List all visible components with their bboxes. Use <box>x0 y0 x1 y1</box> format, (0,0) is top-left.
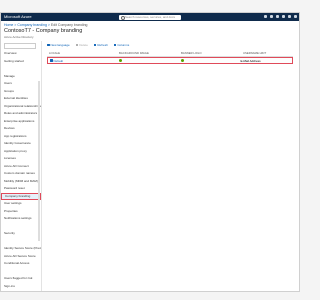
sidebar-item[interactable]: Properties <box>1 208 41 216</box>
language-icon <box>50 59 53 62</box>
sidebar-item <box>1 223 41 231</box>
sidebar-item[interactable]: Licenses <box>1 155 41 163</box>
avatar[interactable] <box>294 14 297 18</box>
refresh-icon <box>93 43 97 47</box>
check-icon <box>180 58 184 62</box>
brand-label[interactable]: Microsoft Azure <box>4 14 32 19</box>
refresh-button[interactable]: Refresh <box>93 43 108 47</box>
sidebar-item[interactable]: Identity Governance <box>1 140 41 148</box>
locale-value: Default <box>53 58 64 63</box>
page-subtitle: Azure Active Directory <box>4 35 34 39</box>
new-language-button[interactable]: New language <box>47 43 70 47</box>
cell-username-hint: E-Mail Address <box>240 58 261 63</box>
sidebar-item[interactable]: Roles and administrators <box>1 110 41 118</box>
trash-icon <box>75 43 79 47</box>
sidebar-item <box>1 65 41 73</box>
search-placeholder: Search resources, services, and docs <box>125 15 176 19</box>
sidebar-item[interactable]: Devices <box>1 125 41 133</box>
sidebar-item[interactable]: External Identities <box>1 95 41 103</box>
breadcrumb-branding[interactable]: Company branding > <box>17 23 50 27</box>
sidebar-item[interactable]: Sign-ins <box>1 283 41 291</box>
toolbar: New language Delete Refresh Columns <box>47 43 129 47</box>
branding-table: LOCALE BACKGROUND IMAGE BANNER LOGO USER… <box>47 50 293 64</box>
cell-banner-logo <box>179 58 241 63</box>
global-search[interactable]: Search resources, services, and docs <box>119 14 181 20</box>
notifications-icon[interactable] <box>276 14 279 18</box>
header-locale[interactable]: LOCALE <box>47 51 117 55</box>
sidebar-item[interactable]: Organizational relationships <box>1 103 41 111</box>
breadcrumb-home[interactable]: Home > <box>4 23 16 27</box>
sidebar-search-input[interactable] <box>4 43 36 49</box>
sidebar-item <box>1 268 41 276</box>
breadcrumb-current: Edit Company branding <box>50 23 88 27</box>
sidebar-item[interactable]: Azure AD Secure Score <box>1 253 41 261</box>
delete-button[interactable]: Delete <box>75 43 88 47</box>
columns-label: Columns <box>117 43 130 47</box>
columns-button[interactable]: Columns <box>113 43 130 47</box>
cell-background-image <box>117 58 179 63</box>
sidebar-item[interactable]: Users <box>1 80 41 88</box>
breadcrumb: Home > Company branding > Edit Company b… <box>4 23 88 27</box>
main-panel: New language Delete Refresh Columns LOCA… <box>45 41 295 291</box>
sidebar-item[interactable]: Overview <box>1 50 41 58</box>
sidebar-item[interactable]: Password reset <box>1 185 41 193</box>
sidebar-item[interactable]: Authentication methods <box>1 290 41 291</box>
help-icon[interactable] <box>288 14 291 18</box>
sidebar: Overview Getting started Manage Users Groups… <box>1 41 42 291</box>
refresh-label: Refresh <box>97 43 108 47</box>
sidebar-scrollbar[interactable] <box>38 81 40 241</box>
top-icons <box>264 14 297 18</box>
sidebar-item[interactable]: Enterprise applications <box>1 118 41 126</box>
header-username-hint[interactable]: USERNAME HINT <box>241 51 293 55</box>
sidebar-item[interactable]: Manage <box>1 73 41 81</box>
plus-icon <box>47 43 50 47</box>
page-title: ContosoT7 - Company branding <box>4 28 83 34</box>
gear-icon[interactable] <box>282 14 285 18</box>
sidebar-item[interactable]: Notifications settings <box>1 215 41 223</box>
new-language-label: New language <box>50 43 70 47</box>
header-banner-logo[interactable]: BANNER LOGO <box>179 51 241 55</box>
sidebar-item[interactable]: Azure AD Connect <box>1 163 41 171</box>
sidebar-item[interactable]: Identity Secure Score (Preview) <box>1 245 41 253</box>
table-row[interactable]: Default E-Mail Address <box>47 57 293 64</box>
header-background-image[interactable]: BACKGROUND IMAGE <box>117 51 179 55</box>
columns-icon <box>113 43 117 47</box>
top-bar: Microsoft Azure Search resources, servic… <box>1 13 299 21</box>
sidebar-item[interactable]: User settings <box>1 200 41 208</box>
sidebar-item[interactable]: Getting started <box>1 58 41 66</box>
sidebar-item[interactable]: Company branding <box>1 192 41 200</box>
sidebar-item[interactable]: Users flagged for risk <box>1 275 41 283</box>
sidebar-item[interactable]: Mobility (MDM and MAM) <box>1 178 41 186</box>
sidebar-item <box>1 238 41 246</box>
table-header: LOCALE BACKGROUND IMAGE BANNER LOGO USER… <box>47 50 293 57</box>
sidebar-item[interactable]: Custom domain names <box>1 170 41 178</box>
sidebar-item[interactable]: Security <box>1 230 41 238</box>
directory-icon[interactable] <box>270 14 273 18</box>
cell-locale: Default <box>48 59 117 63</box>
sidebar-item[interactable]: Conditional Access <box>1 260 41 268</box>
sidebar-item[interactable]: Application proxy <box>1 148 41 156</box>
sidebar-item[interactable]: App registrations <box>1 133 41 141</box>
delete-label: Delete <box>79 43 88 47</box>
sidebar-list: Overview Getting started Manage Users Groups… <box>1 50 41 291</box>
sidebar-item[interactable]: Groups <box>1 88 41 96</box>
check-icon <box>119 58 123 62</box>
portal-window: Microsoft Azure Search resources, servic… <box>0 12 300 292</box>
cloud-shell-icon[interactable] <box>264 14 267 18</box>
